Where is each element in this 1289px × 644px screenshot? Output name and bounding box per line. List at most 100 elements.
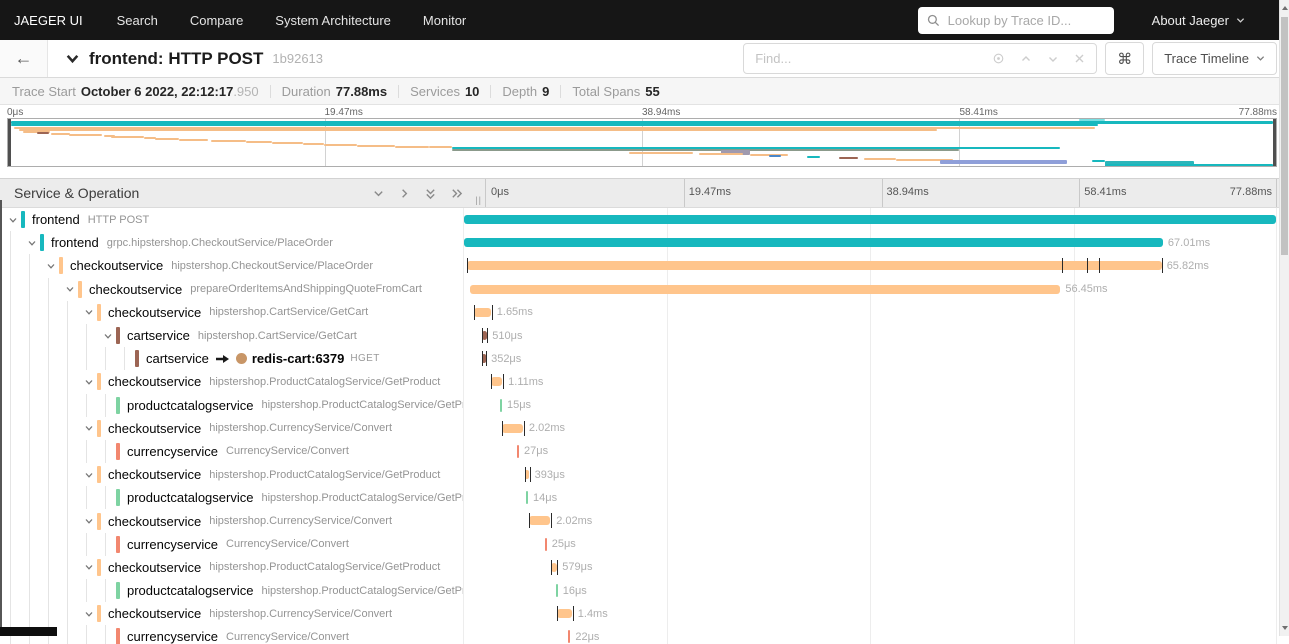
- span-row-name-column[interactable]: productcatalogservice hipstershop.Product…: [0, 579, 463, 603]
- page-scrollbar[interactable]: [1279, 0, 1289, 636]
- span-row-name-column[interactable]: cartservice hipstershop.CartService/GetCa…: [0, 323, 463, 348]
- span-row-timeline[interactable]: 579μs: [463, 556, 1277, 579]
- focus-match-icon[interactable]: [992, 52, 1005, 65]
- minimap-right-handle[interactable]: [1273, 119, 1276, 166]
- expand-one-icon[interactable]: [398, 187, 411, 200]
- keyboard-shortcuts-button[interactable]: ⌘: [1105, 42, 1145, 75]
- span-row-name-column[interactable]: frontend grpc.hipstershop.CheckoutService…: [0, 231, 463, 255]
- clear-search-icon[interactable]: [1074, 53, 1085, 64]
- span-row-timeline[interactable]: [463, 208, 1277, 231]
- span-row-timeline[interactable]: 27μs: [463, 440, 1277, 463]
- span-row-timeline[interactable]: 2.02ms: [463, 417, 1277, 440]
- span-row-name-column[interactable]: frontend HTTP POST: [0, 208, 463, 231]
- span-row-name-column[interactable]: productcatalogservice hipstershop.Product…: [0, 486, 463, 510]
- expand-chevron-icon[interactable]: [65, 284, 78, 294]
- minimap-canvas[interactable]: [7, 118, 1277, 167]
- expand-chevron-icon[interactable]: [27, 238, 40, 248]
- span-row-timeline[interactable]: 2.02ms: [463, 509, 1277, 532]
- collapse-trace-chevron-icon[interactable]: [65, 51, 80, 66]
- span-row-timeline[interactable]: 65.82ms: [463, 254, 1277, 277]
- tree-indent-guide: [29, 323, 30, 348]
- span-row-name-column[interactable]: cartservice redis-cart:6379 HGET: [0, 347, 463, 371]
- span-row-name-column[interactable]: checkoutservice hipstershop.ProductCatalo…: [0, 555, 463, 579]
- span-row-name-column[interactable]: checkoutservice prepareOrderItemsAndShipp…: [0, 277, 463, 301]
- span-row-name-column[interactable]: checkoutservice hipstershop.CurrencyServi…: [0, 416, 463, 440]
- scrollbar-down-button[interactable]: [1280, 620, 1289, 636]
- expand-chevron-icon[interactable]: [84, 562, 97, 572]
- span-row-name-column[interactable]: productcatalogservice hipstershop.Product…: [0, 393, 463, 417]
- back-button[interactable]: ←: [0, 40, 48, 77]
- service-color-bar: [116, 442, 120, 460]
- span-bar[interactable]: [557, 609, 573, 619]
- expand-chevron-icon[interactable]: [84, 470, 97, 480]
- span-bar[interactable]: [463, 215, 1277, 224]
- span-row-name-column[interactable]: checkoutservice hipstershop.CartService/G…: [0, 300, 463, 324]
- scrollbar-up-button[interactable]: [1280, 0, 1289, 16]
- nav-item-compare[interactable]: Compare: [190, 13, 243, 28]
- view-selector-button[interactable]: Trace Timeline: [1152, 42, 1277, 75]
- expand-chevron-icon[interactable]: [84, 516, 97, 526]
- span-bar[interactable]: [544, 537, 547, 551]
- span-row-timeline[interactable]: 1.4ms: [463, 602, 1277, 625]
- scrollbar-thumb[interactable]: [1281, 17, 1288, 255]
- expand-chevron-icon[interactable]: [84, 377, 97, 387]
- span-bar[interactable]: [473, 307, 491, 317]
- span-row-name-column[interactable]: checkoutservice hipstershop.CurrencyServi…: [0, 602, 463, 626]
- collapse-all-icon[interactable]: [424, 187, 437, 200]
- span-row-timeline[interactable]: 25μs: [463, 533, 1277, 556]
- span-row-timeline[interactable]: 1.11ms: [463, 370, 1277, 393]
- collapse-one-icon[interactable]: [372, 187, 385, 200]
- about-jaeger-menu[interactable]: About Jaeger: [1152, 13, 1245, 28]
- span-bar[interactable]: [517, 444, 520, 458]
- span-row-name-column[interactable]: checkoutservice hipstershop.ProductCatalo…: [0, 370, 463, 394]
- span-row-name-column[interactable]: checkoutservice hipstershop.ProductCatalo…: [0, 463, 463, 487]
- span-row-timeline[interactable]: 22μs: [463, 625, 1277, 644]
- span-row-timeline[interactable]: 67.01ms: [463, 231, 1277, 254]
- tree-indent-guide: [67, 416, 68, 440]
- expand-chevron-icon[interactable]: [84, 423, 97, 433]
- expand-all-icon[interactable]: [450, 187, 463, 200]
- span-bar[interactable]: [502, 423, 524, 433]
- span-bar[interactable]: [500, 398, 503, 412]
- expand-chevron-icon[interactable]: [46, 261, 59, 271]
- span-row-timeline[interactable]: 15μs: [463, 394, 1277, 417]
- app-brand[interactable]: JAEGER UI: [14, 13, 83, 28]
- span-row-timeline[interactable]: 393μs: [463, 463, 1277, 486]
- span-row-timeline[interactable]: 14μs: [463, 486, 1277, 509]
- tree-indent-guide: [105, 347, 106, 371]
- span-row-timeline[interactable]: 1.65ms: [463, 301, 1277, 324]
- span-row-name-column[interactable]: checkoutservice hipstershop.CurrencyServi…: [0, 509, 463, 533]
- span-row-timeline[interactable]: 510μs: [463, 324, 1277, 347]
- top-nav: JAEGER UI Search Compare System Architectu…: [0, 0, 1289, 40]
- span-row-name-column[interactable]: currencyservice CurrencyService/Convert: [0, 625, 463, 644]
- tree-indent-guide: [105, 439, 106, 464]
- expand-chevron-icon[interactable]: [84, 609, 97, 619]
- span-bar[interactable]: [555, 584, 558, 597]
- span-bar[interactable]: [470, 284, 1061, 294]
- next-result-icon[interactable]: [1047, 53, 1059, 65]
- span-bar[interactable]: [464, 238, 1164, 248]
- nav-item-monitor[interactable]: Monitor: [423, 13, 466, 28]
- prev-result-icon[interactable]: [1020, 53, 1032, 65]
- expand-chevron-icon[interactable]: [103, 331, 116, 341]
- span-bar[interactable]: [490, 377, 503, 387]
- minimap-left-handle[interactable]: [8, 119, 11, 166]
- span-bar[interactable]: [467, 261, 1162, 271]
- span-row-name-column[interactable]: currencyservice CurrencyService/Convert: [0, 532, 463, 556]
- expand-chevron-icon[interactable]: [84, 307, 97, 317]
- span-row-timeline[interactable]: 16μs: [463, 579, 1277, 602]
- nav-item-system-architecture[interactable]: System Architecture: [275, 13, 391, 28]
- span-bar[interactable]: [529, 516, 551, 526]
- tree-indent-guide: [10, 300, 11, 324]
- trace-lookup-input[interactable]: [945, 11, 1105, 29]
- span-row-timeline[interactable]: 352μs: [463, 347, 1277, 370]
- span-row-timeline[interactable]: 56.45ms: [463, 278, 1277, 301]
- nav-item-search[interactable]: Search: [117, 13, 158, 28]
- span-row-name-column[interactable]: currencyservice CurrencyService/Convert: [0, 439, 463, 464]
- span-row-name-column[interactable]: checkoutservice hipstershop.CheckoutServi…: [0, 254, 463, 278]
- span-bar[interactable]: [526, 491, 529, 505]
- span-bar[interactable]: [568, 630, 571, 644]
- find-input[interactable]: [744, 51, 982, 66]
- expand-chevron-icon[interactable]: [8, 215, 21, 225]
- column-resize-grip[interactable]: ||: [475, 195, 482, 205]
